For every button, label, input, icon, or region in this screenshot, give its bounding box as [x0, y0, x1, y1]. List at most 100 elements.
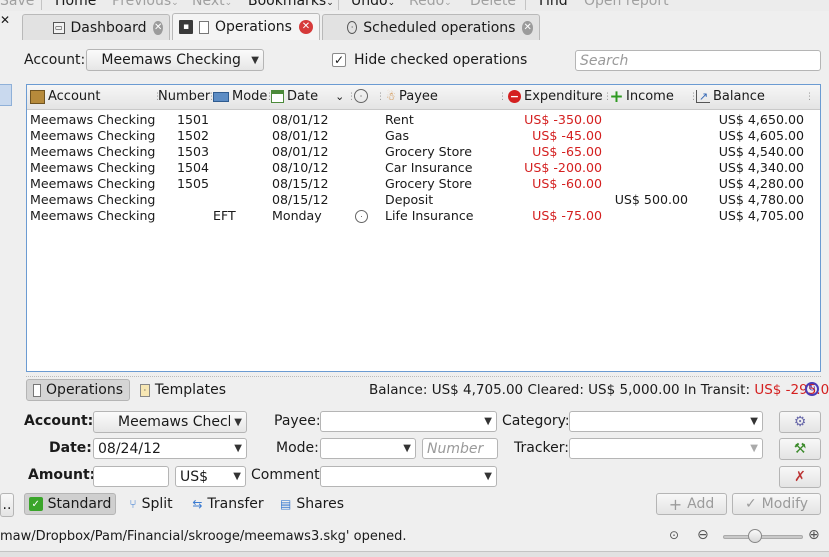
chevron-down-icon: ⌄ [224, 0, 233, 8]
find-button[interactable]: Find [539, 0, 568, 9]
table-row[interactable]: Meemaws Checking 1505 08/15/12 Grocery S… [27, 176, 820, 192]
cell-date: 08/10/12 [272, 160, 329, 175]
cell-balance: US$ 4,705.00 [718, 208, 804, 223]
account-select[interactable]: Meemaws Checki ▼ [93, 411, 247, 433]
column-scheduled[interactable]: · [354, 89, 368, 103]
table-row[interactable]: Meemaws Checking 1504 08/10/12 Car Insur… [27, 160, 820, 176]
operations-icon [33, 383, 42, 397]
chart-icon: ↗ [696, 90, 710, 103]
column-payee[interactable]: ☃ Payee [386, 89, 438, 104]
category-input[interactable]: ▼ [569, 411, 763, 432]
category-options-button[interactable]: ⚙ [779, 411, 821, 433]
number-input[interactable]: Number [422, 438, 498, 459]
close-tab-icon[interactable]: ✕ [298, 20, 313, 34]
transit-label: In Transit: [683, 382, 751, 398]
template-icon: · [140, 383, 150, 397]
column-account[interactable]: Account [30, 89, 101, 104]
table-row[interactable]: Meemaws Checking 08/15/12 Deposit US$ 50… [27, 192, 820, 208]
cell-expenditure: US$ -65.00 [532, 144, 602, 159]
shares-icon: ▤ [279, 497, 292, 511]
zoom-in-icon[interactable]: ⊕ [808, 527, 820, 543]
search-input[interactable]: Search [575, 50, 821, 71]
split-mode-button[interactable]: ⑂ Split [121, 493, 181, 515]
cell-expenditure: US$ -45.00 [532, 128, 602, 143]
account-value: Meemaws Checki [118, 414, 231, 430]
home-button[interactable]: Home [55, 0, 96, 9]
zoom-slider-handle[interactable] [748, 529, 762, 543]
column-number[interactable]: Number [158, 89, 210, 104]
date-input[interactable]: 08/24/12 ▼ [93, 438, 247, 459]
open-report-button[interactable]: Open report [584, 0, 669, 9]
standard-label: Standard [47, 496, 112, 512]
column-balance[interactable]: ↗ Balance [696, 89, 765, 104]
currency-select[interactable]: US$ ▼ [175, 466, 246, 487]
checkmark-icon: ✓ [744, 496, 757, 512]
column-income[interactable]: + Income [609, 87, 674, 107]
next-button[interactable]: Next⌄ [192, 0, 232, 9]
chevron-down-icon: ▼ [750, 443, 758, 454]
cell-number: 1503 [177, 144, 210, 159]
tab-operations-view[interactable]: Operations [26, 379, 130, 401]
cell-number: 1502 [177, 128, 210, 143]
column-grip-icon[interactable]: ⋮ [376, 92, 385, 102]
tracker-input[interactable]: ▼ [569, 438, 763, 459]
zoom-reset-icon[interactable]: ⊙ [669, 528, 679, 542]
column-mode[interactable]: Mode [213, 89, 267, 104]
bookmarks-button[interactable]: Bookmarks⌄ [248, 0, 334, 9]
chevron-down-icon: ⌄ [326, 0, 334, 8]
table-row[interactable]: Meemaws Checking 1501 08/01/12 Rent US$ … [27, 112, 820, 128]
shares-mode-button[interactable]: ▤ Shares [275, 493, 349, 515]
column-date[interactable]: Date ⌄ [271, 89, 344, 104]
hide-checked-label: Hide checked operations [354, 52, 528, 68]
sort-chevron-icon[interactable]: ⌄ [335, 90, 344, 103]
previous-button[interactable]: Previous⌄ [112, 0, 179, 9]
tab-dashboard[interactable]: ▭ Dashboard ✕ [22, 14, 170, 40]
side-button[interactable]: .. [0, 493, 14, 517]
close-tab-icon[interactable]: ✕ [522, 20, 533, 35]
table-row[interactable]: Meemaws Checking 1502 08/01/12 Gas US$ -… [27, 128, 820, 144]
comment-input[interactable]: ▼ [320, 466, 497, 487]
table-row[interactable]: Meemaws Checking 1503 08/01/12 Grocery S… [27, 144, 820, 160]
undo-label: Undo [351, 0, 388, 9]
mode-input[interactable]: ▼ [320, 438, 416, 459]
modify-button[interactable]: ✓ Modify [732, 493, 821, 515]
save-icon[interactable]: ▪ [179, 20, 193, 34]
cleared-value: US$ 5,000.00 [588, 382, 680, 398]
tracker-options-button[interactable]: ⚒ [779, 438, 821, 460]
column-expenditure[interactable]: − Expenditure [508, 89, 603, 104]
add-button[interactable]: + Add [656, 493, 727, 515]
zoom-slider[interactable] [723, 535, 803, 539]
column-grip-icon[interactable]: ⋮ [805, 92, 814, 102]
side-panel-item[interactable] [0, 84, 12, 106]
refresh-icon[interactable]: ↻ [805, 382, 819, 396]
table-row[interactable]: Meemaws Checking EFT Monday · Life Insur… [27, 208, 820, 224]
cell-date: 08/01/12 [272, 144, 329, 159]
tab-templates[interactable]: · Templates [133, 379, 233, 401]
undo-button[interactable]: Undo⌄ [351, 0, 395, 9]
tab-scheduled-operations[interactable]: · Scheduled operations ✕ [322, 14, 540, 40]
panel-splitter[interactable] [26, 376, 821, 378]
transfer-mode-button[interactable]: ⇆ Transfer [185, 493, 271, 515]
redo-button[interactable]: Redo⌄ [409, 0, 452, 9]
comment-label: Comment: [251, 467, 325, 483]
column-label: Income [626, 89, 674, 104]
cell-number: 1504 [177, 160, 210, 175]
cell-balance: US$ 4,340.00 [718, 160, 804, 175]
account-filter-select[interactable]: Meemaws Checking ▼ [86, 49, 264, 71]
payee-input[interactable]: ▼ [320, 411, 497, 432]
save-button[interactable]: Save [0, 0, 34, 9]
zoom-out-icon[interactable]: ⊖ [697, 527, 709, 543]
hide-checked-checkbox[interactable]: ✓ [332, 53, 346, 67]
amount-input[interactable] [93, 466, 169, 487]
add-label: Add [687, 496, 715, 512]
cell-date: 08/15/12 [272, 192, 329, 207]
delete-button[interactable]: Delete [470, 0, 516, 9]
cell-payee: Gas [385, 128, 410, 143]
column-grip-icon[interactable]: ⋮ [498, 92, 507, 102]
close-tab-icon[interactable]: ✕ [153, 20, 163, 35]
operations-table[interactable]: Account ⋮ Number ⋮ Mode ⋮ Date ⌄ ⋮ · ⋮ ☃… [26, 84, 821, 372]
standard-mode-button[interactable]: ✓ Standard [24, 493, 116, 515]
clear-button[interactable]: ✗ [779, 466, 821, 488]
account-filter-label: Account: [24, 52, 86, 68]
tab-operations[interactable]: ▪ Operations ✕ [172, 13, 320, 40]
